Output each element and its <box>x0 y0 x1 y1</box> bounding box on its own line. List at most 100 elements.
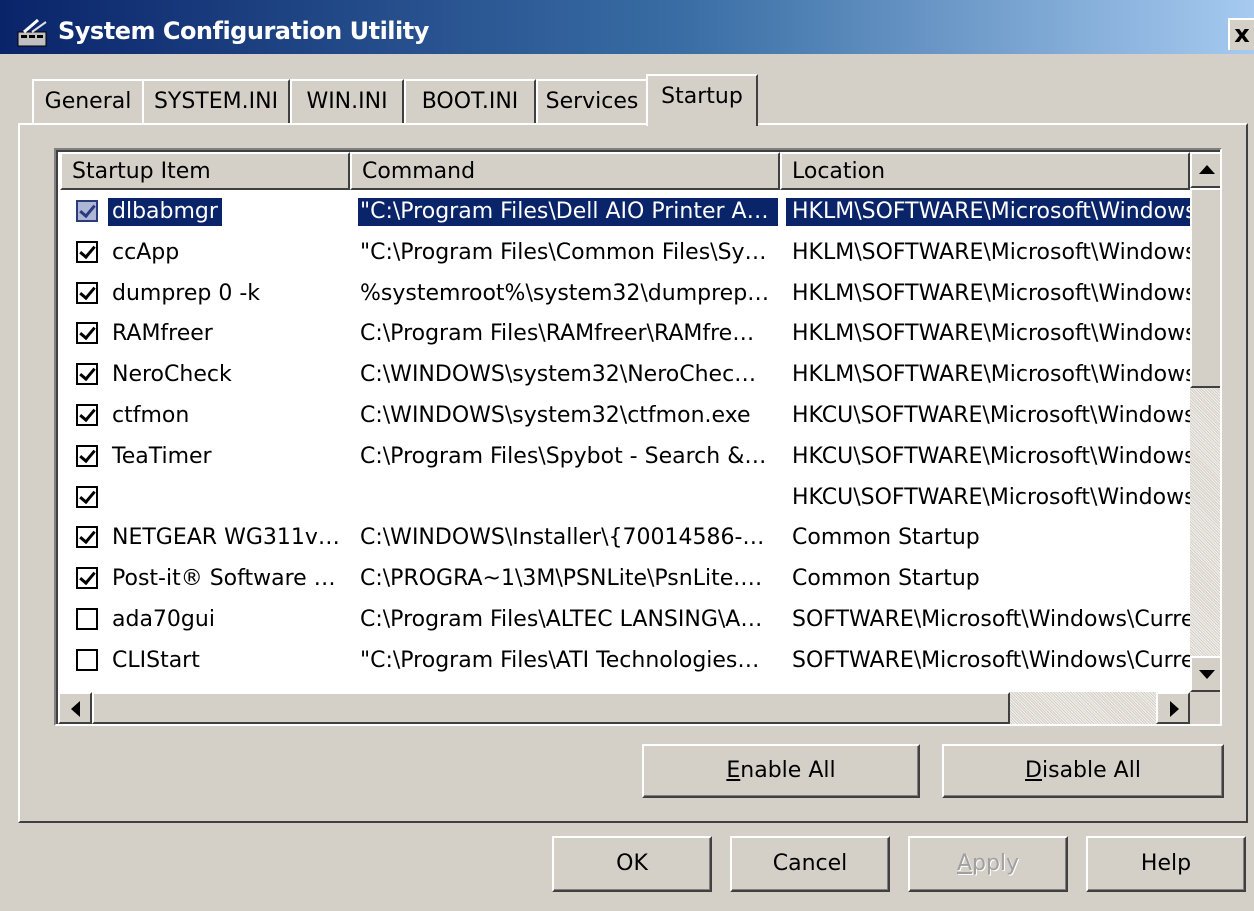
vertical-scrollbar[interactable] <box>1190 152 1220 692</box>
list-row[interactable]: NeroCheck C:\WINDOWS\system32\NeroChec… HK… <box>62 355 1196 395</box>
startup-item-name: NETGEAR WG311v… <box>112 525 340 551</box>
startup-item-cell: Post-it® Software … <box>108 559 348 599</box>
help-button[interactable]: Help <box>1086 836 1246 892</box>
startup-command: C:\Program Files\Spybot - Search &… <box>360 443 767 469</box>
column-header-location[interactable]: Location <box>780 152 1190 190</box>
list-row[interactable]: ccApp "C:\Program Files\Common Files\Sy… H… <box>62 233 1196 273</box>
apply-label-post: pply <box>972 851 1020 876</box>
horizontal-scroll-thumb[interactable] <box>92 692 1010 724</box>
startup-item-checkbox[interactable] <box>76 444 98 467</box>
tab-system-ini[interactable]: SYSTEM.INI <box>142 79 290 123</box>
startup-location: HKLM\SOFTWARE\Microsoft\Windows <box>786 198 1196 226</box>
close-button[interactable]: x <box>1228 18 1254 50</box>
scroll-left-button[interactable] <box>58 692 92 724</box>
tab-boot-ini[interactable]: BOOT.INI <box>404 79 536 123</box>
startup-item-name: NeroCheck <box>112 362 232 388</box>
startup-item-name: ccApp <box>112 239 180 265</box>
startup-location: HKLM\SOFTWARE\Microsoft\Windows <box>792 321 1196 347</box>
list-row[interactable]: NETGEAR WG311v… C:\WINDOWS\Installer\{700… <box>62 518 1190 558</box>
startup-item-cell: ccApp <box>108 233 348 273</box>
enable-all-label-post: nable All <box>740 758 836 783</box>
arrow-right-icon <box>1170 701 1179 717</box>
startup-item-name: ada70gui <box>112 607 215 632</box>
list-row[interactable]: HKCU\SOFTWARE\Microsoft\Windows <box>62 478 1196 518</box>
startup-item-name: dlbabmgr <box>107 197 223 227</box>
tab-startup[interactable]: Startup <box>646 74 758 126</box>
startup-item-checkbox[interactable] <box>76 200 98 222</box>
startup-location: SOFTWARE\Microsoft\Windows\Curre <box>792 647 1195 673</box>
startup-item-checkbox[interactable] <box>76 281 98 304</box>
scrollbar-corner <box>1190 692 1220 724</box>
startup-command: "C:\Program Files\Common Files\Sy… <box>360 239 767 265</box>
scroll-up-button[interactable] <box>1190 152 1220 188</box>
list-row[interactable]: dlbabmgr "C:\Program Files\Dell AIO Print… <box>62 192 1196 232</box>
startup-item-checkbox[interactable] <box>76 363 98 386</box>
startup-item-cell: ada70gui <box>108 600 348 640</box>
list-row[interactable]: ada70gui C:\Program Files\ALTEC LANSING\A… <box>62 600 1194 640</box>
startup-location: HKLM\SOFTWARE\Microsoft\Windows <box>792 280 1196 306</box>
startup-list[interactable]: Startup Item Command Location dlbabmgr "C… <box>54 148 1222 726</box>
startup-item-name: TeaTimer <box>112 443 212 469</box>
startup-location: Common Startup <box>792 525 980 551</box>
startup-location: SOFTWARE\Microsoft\Windows\Curre <box>792 607 1195 632</box>
startup-item-checkbox[interactable] <box>76 608 98 630</box>
startup-command: %systemroot%\system32\dumprep… <box>360 280 770 306</box>
startup-item-cell: TeaTimer <box>108 437 348 477</box>
startup-location: HKCU\SOFTWARE\Microsoft\Windows <box>792 403 1196 428</box>
startup-item-name: ctfmon <box>112 403 190 428</box>
system-config-app-icon <box>17 18 47 47</box>
vertical-scroll-thumb[interactable] <box>1190 188 1220 388</box>
title-bar: System Configuration Utility x <box>0 0 1254 54</box>
startup-item-checkbox[interactable] <box>76 526 98 549</box>
list-row[interactable]: RAMfreer C:\Program Files\RAMfreer\RAMfre… <box>62 314 1196 354</box>
tab-services[interactable]: Services <box>536 79 648 123</box>
cancel-button[interactable]: Cancel <box>730 836 890 892</box>
startup-item-cell: dlbabmgr <box>107 192 348 232</box>
startup-item-checkbox[interactable] <box>76 240 98 263</box>
startup-item-cell: NeroCheck <box>108 355 348 395</box>
list-row[interactable]: Post-it® Software … C:\PROGRA~1\3M\PSNLit… <box>62 559 1190 599</box>
apply-button[interactable]: Apply <box>908 836 1068 892</box>
startup-item-name: Post-it® Software … <box>112 566 336 592</box>
window-title: System Configuration Utility <box>58 17 429 45</box>
startup-item-checkbox[interactable] <box>76 567 98 590</box>
list-row[interactable]: TeaTimer C:\Program Files\Spybot - Search… <box>62 437 1196 477</box>
startup-location: HKLM\SOFTWARE\Microsoft\Windows <box>792 239 1196 265</box>
disable-all-button[interactable]: Disable All <box>942 744 1224 798</box>
startup-command: "C:\Program Files\Dell AIO Printer A… <box>358 198 778 226</box>
tab-win-ini[interactable]: WIN.INI <box>290 79 404 123</box>
ok-button[interactable]: OK <box>552 836 712 892</box>
arrow-left-icon <box>71 701 80 717</box>
startup-item-checkbox[interactable] <box>76 648 98 671</box>
startup-item-checkbox[interactable] <box>76 322 98 345</box>
tab-general[interactable]: General <box>32 79 144 123</box>
startup-item-checkbox[interactable] <box>76 404 98 426</box>
list-row[interactable]: CLIStart "C:\Program Files\ATI Technologi… <box>62 641 1194 681</box>
scroll-down-button[interactable] <box>1190 656 1220 692</box>
list-row[interactable]: ctfmon C:\WINDOWS\system32\ctfmon.exe HKCU… <box>62 396 1196 436</box>
startup-item-cell: NETGEAR WG311v… <box>108 518 348 558</box>
startup-command: C:\PROGRA~1\3M\PSNLite\PsnLite.… <box>360 566 763 592</box>
startup-location: Common Startup <box>792 566 980 592</box>
list-row[interactable]: dumprep 0 -k %systemroot%\system32\dumpre… <box>62 274 1196 314</box>
arrow-up-icon <box>1199 165 1215 174</box>
horizontal-scrollbar[interactable] <box>58 692 1190 724</box>
column-header-command[interactable]: Command <box>350 152 780 190</box>
startup-location: HKCU\SOFTWARE\Microsoft\Windows <box>792 484 1196 510</box>
disable-all-label-post: isable All <box>1042 758 1141 783</box>
startup-item-name: dumprep 0 -k <box>112 280 261 306</box>
startup-item-cell: ctfmon <box>108 396 348 436</box>
startup-item-cell: RAMfreer <box>108 314 348 354</box>
apply-mnemonic: A <box>956 851 972 876</box>
enable-all-button[interactable]: Enable All <box>642 744 920 798</box>
column-header-startup-item[interactable]: Startup Item <box>60 152 350 190</box>
startup-location: HKCU\SOFTWARE\Microsoft\Windows <box>792 443 1196 469</box>
list-header: Startup Item Command Location <box>60 152 1190 190</box>
startup-command: C:\Program Files\ALTEC LANSING\A… <box>360 607 763 632</box>
scroll-right-button[interactable] <box>1156 692 1190 724</box>
arrow-down-icon <box>1199 670 1215 679</box>
startup-item-checkbox[interactable] <box>76 485 98 508</box>
startup-command: C:\Program Files\RAMfreer\RAMfre… <box>360 321 755 347</box>
disable-all-mnemonic: D <box>1025 758 1042 783</box>
startup-item-cell <box>108 478 348 518</box>
